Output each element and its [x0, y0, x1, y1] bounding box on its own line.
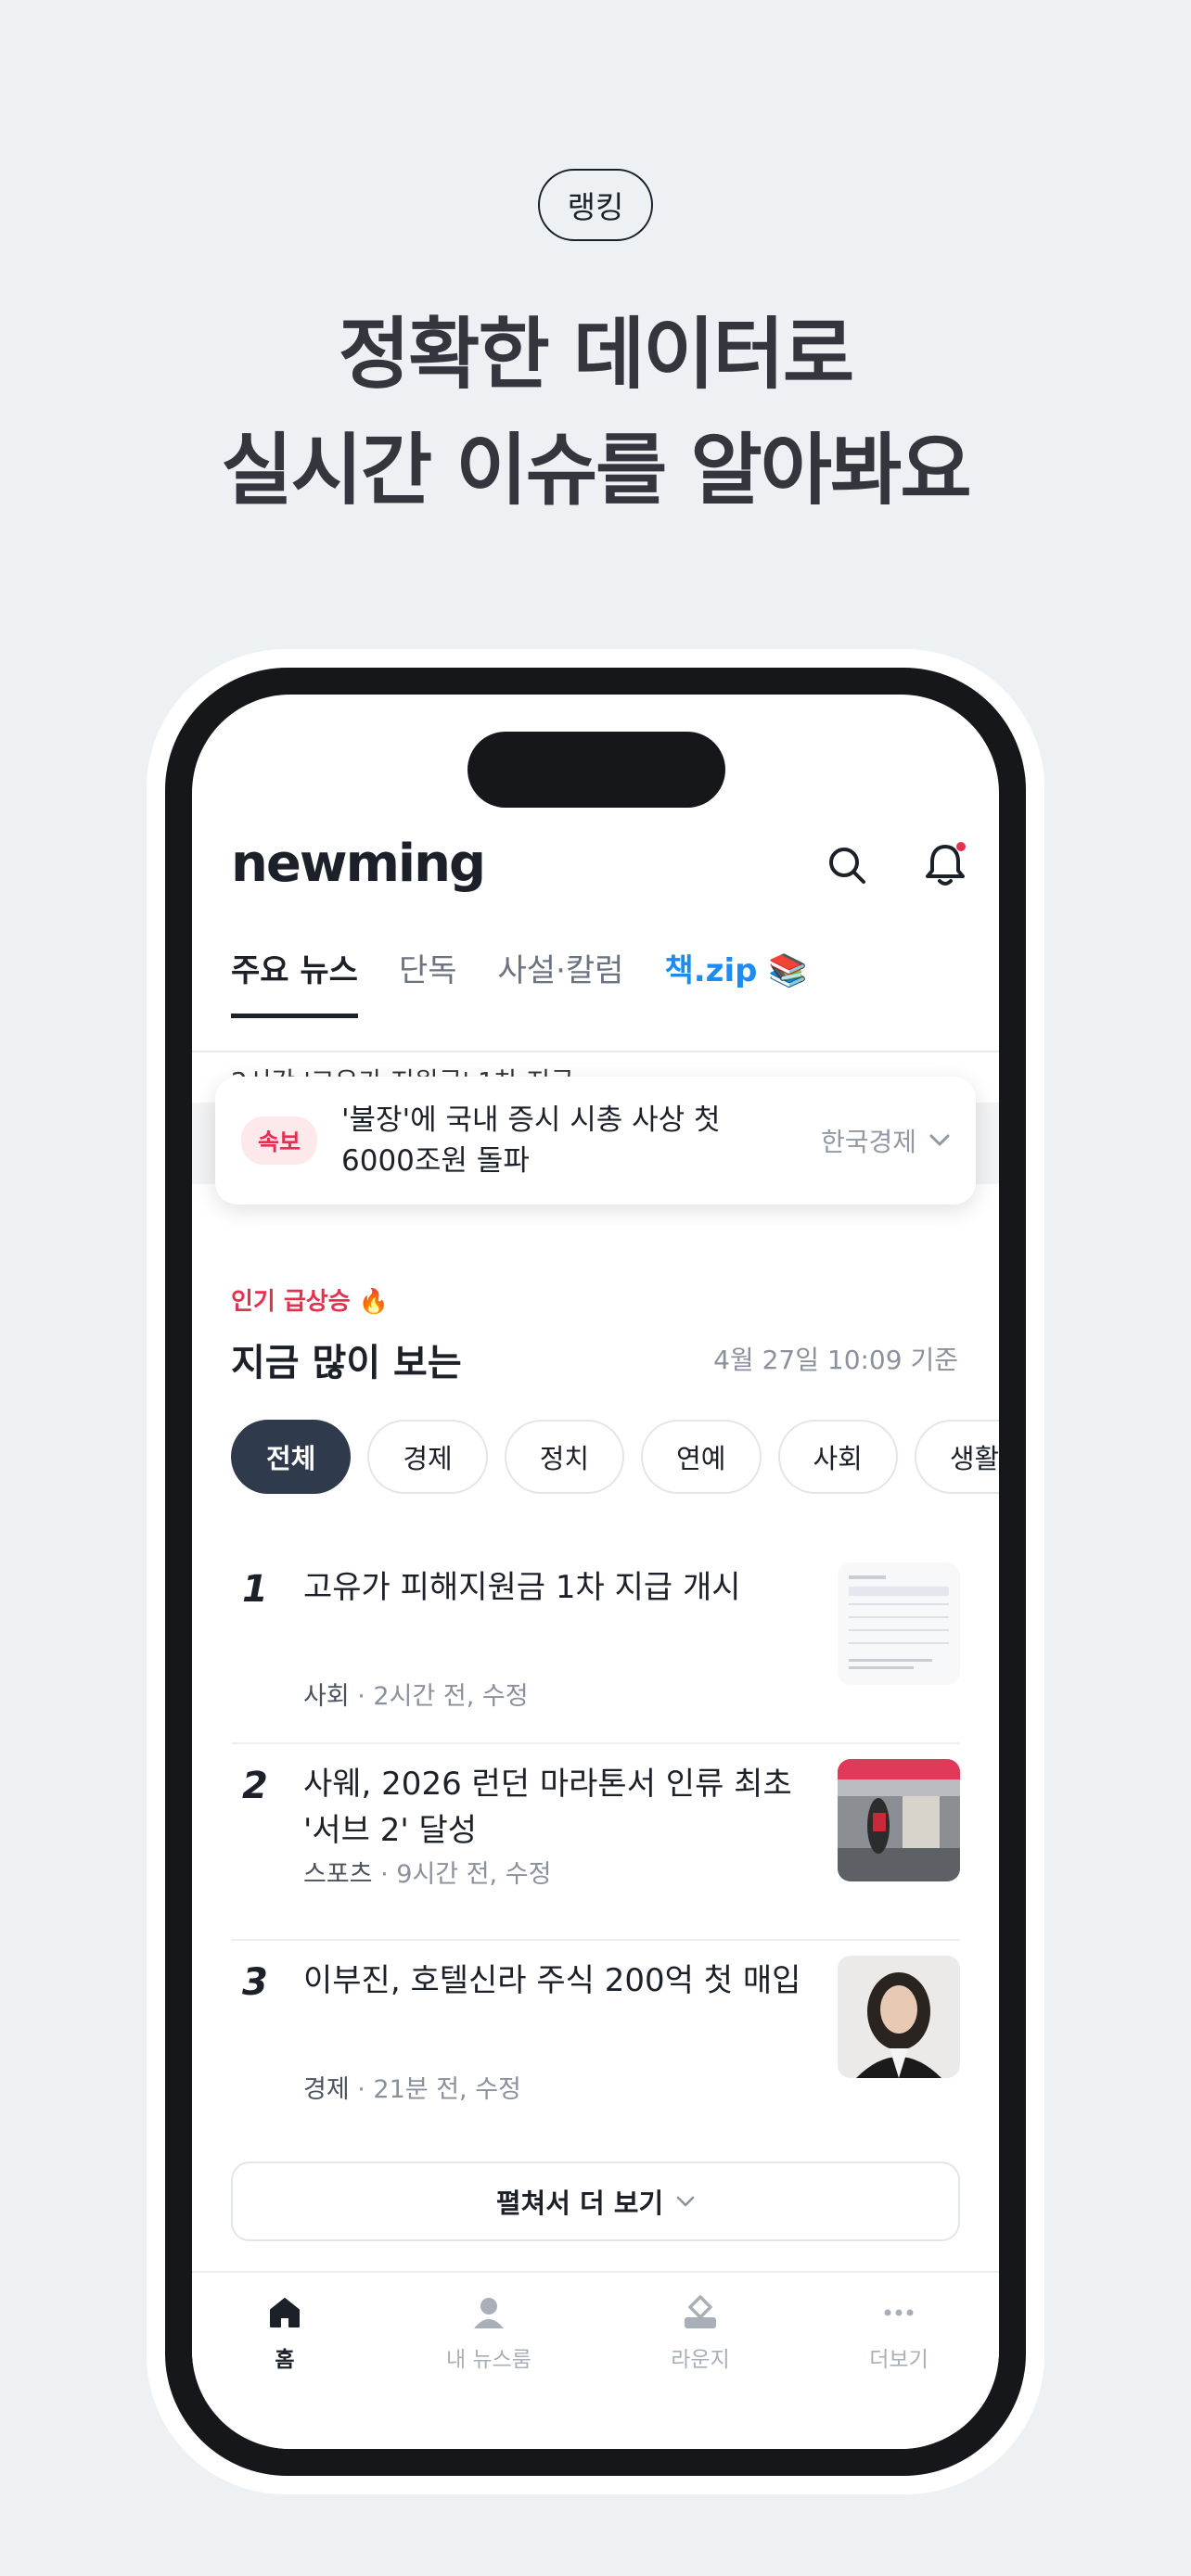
chevron-down-icon — [929, 1134, 950, 1146]
expand-more-button[interactable]: 펼쳐서 더 보기 — [231, 2162, 960, 2241]
list-item[interactable]: 3 이부진, 호텔신라 주식 200억 첫 매입 경제 · 21분 전, 수정 — [231, 1941, 960, 2137]
article-time: · 21분 전, 수정 — [349, 2075, 521, 2104]
breaking-news-card[interactable]: 속보 '불장'에 국내 증시 시총 사상 첫 6000조원 돌파 한국경제 — [215, 1077, 976, 1205]
section-title: 지금 많이 보는 — [231, 1342, 462, 1384]
promo-headline: 정확한 데이터로 실시간 이슈를 알아봐요 — [0, 297, 1191, 529]
article-title: 고유가 피해지원금 1차 지급 개시 — [303, 1569, 741, 1606]
category-chips: 전체 경제 정치 연예 사회 생활/문 — [231, 1420, 999, 1494]
more-dots-icon — [884, 2309, 914, 2316]
rank-number: 3 — [242, 1961, 268, 2004]
article-title: 이부진, 호텔신라 주식 200억 첫 매입 — [303, 1962, 801, 1999]
article-category: 경제 — [303, 2075, 350, 2104]
breaking-headline: '불장'에 국내 증시 시총 사상 첫 6000조원 돌파 — [341, 1103, 721, 1178]
article-thumbnail — [838, 1759, 960, 1881]
article-time: · 9시간 전, 수정 — [372, 1860, 552, 1889]
article-meta: 스포츠 · 9시간 전, 수정 — [303, 1854, 551, 1890]
nav-more-label: 더보기 — [869, 2348, 928, 2372]
article-meta: 사회 · 2시간 전, 수정 — [303, 1676, 529, 1712]
nav-home-label: 홈 — [275, 2348, 295, 2372]
list-item[interactable]: 2 사웨, 2026 런던 마라톤서 인류 최초 '서브 2' 달성 스포츠 ·… — [231, 1744, 960, 1941]
hot-label: 인기 급상승 🔥 — [231, 1288, 390, 1316]
app-logo[interactable]: newming — [231, 834, 486, 894]
home-icon — [270, 2298, 300, 2327]
ranking-list: 1 고유가 피해지원금 1차 지급 개시 사회 · 2시간 전, 수정 2 사웨… — [231, 1548, 960, 2137]
dynamic-island — [467, 732, 725, 808]
nav-my-newsroom[interactable]: 내 뉴스룸 — [415, 2293, 563, 2373]
nav-my-newsroom-label: 내 뉴스룸 — [446, 2348, 531, 2372]
chip-lifestyle[interactable]: 생활/문 — [914, 1420, 999, 1494]
chip-entertainment[interactable]: 연예 — [641, 1420, 762, 1494]
headline-line-1: 정확한 데이터로 — [338, 309, 854, 400]
article-category: 스포츠 — [303, 1860, 373, 1889]
tab-editorial[interactable]: 사설·칼럼 — [498, 945, 624, 1010]
bottom-navigation: 홈 내 뉴스룸 라운지 더보기 — [192, 2271, 999, 2449]
expand-more-label: 펼쳐서 더 보기 — [495, 2187, 664, 2219]
rank-number: 1 — [242, 1568, 268, 1611]
nav-more[interactable]: 더보기 — [825, 2293, 973, 2373]
breaking-source[interactable]: 한국경제 — [821, 1122, 950, 1159]
breaking-tag: 속보 — [241, 1116, 318, 1165]
article-category: 사회 — [303, 1682, 350, 1711]
chip-economy[interactable]: 경제 — [367, 1420, 488, 1494]
person-icon — [474, 2298, 504, 2328]
article-title: 사웨, 2026 런던 마라톤서 인류 최초 '서브 2' 달성 — [303, 1766, 792, 1849]
tabs-divider — [192, 1051, 999, 1052]
chevron-down-icon — [676, 2196, 695, 2207]
article-meta: 경제 · 21분 전, 수정 — [303, 2069, 521, 2105]
chip-all[interactable]: 전체 — [231, 1420, 352, 1494]
tab-exclusive[interactable]: 단독 — [399, 945, 457, 1010]
list-item[interactable]: 1 고유가 피해지원금 1차 지급 개시 사회 · 2시간 전, 수정 — [231, 1548, 960, 1744]
search-icon[interactable] — [821, 839, 873, 891]
breaking-source-label: 한국경제 — [820, 1127, 916, 1157]
tab-book-zip[interactable]: 책.zip 📚 — [664, 945, 807, 1010]
nav-home[interactable]: 홈 — [211, 2293, 359, 2373]
lounge-icon — [685, 2295, 716, 2328]
chip-politics[interactable]: 정치 — [504, 1420, 625, 1494]
chip-society[interactable]: 사회 — [777, 1420, 898, 1494]
headline-line-2: 실시간 이슈를 알아봐요 — [221, 425, 971, 516]
article-thumbnail — [838, 1562, 960, 1685]
main-tabs: 주요 뉴스 단독 사설·칼럼 책.zip 📚 — [231, 945, 808, 1018]
rank-number: 2 — [242, 1765, 268, 1807]
ranking-badge: 랭킹 — [538, 169, 653, 241]
article-thumbnail — [838, 1956, 960, 2078]
phone-screen: newming 주요 뉴스 단독 사설·칼럼 책.zip 📚 2시간 '고유가 … — [192, 695, 999, 2449]
tab-main-news[interactable]: 주요 뉴스 — [231, 945, 358, 1018]
nav-lounge[interactable]: 라운지 — [626, 2293, 775, 2373]
article-time: · 2시간 전, 수정 — [349, 1682, 529, 1711]
ranking-timestamp: 4월 27일 10:09 기준 — [713, 1345, 958, 1375]
notification-bell-icon[interactable] — [919, 839, 971, 891]
nav-lounge-label: 라운지 — [671, 2348, 730, 2372]
